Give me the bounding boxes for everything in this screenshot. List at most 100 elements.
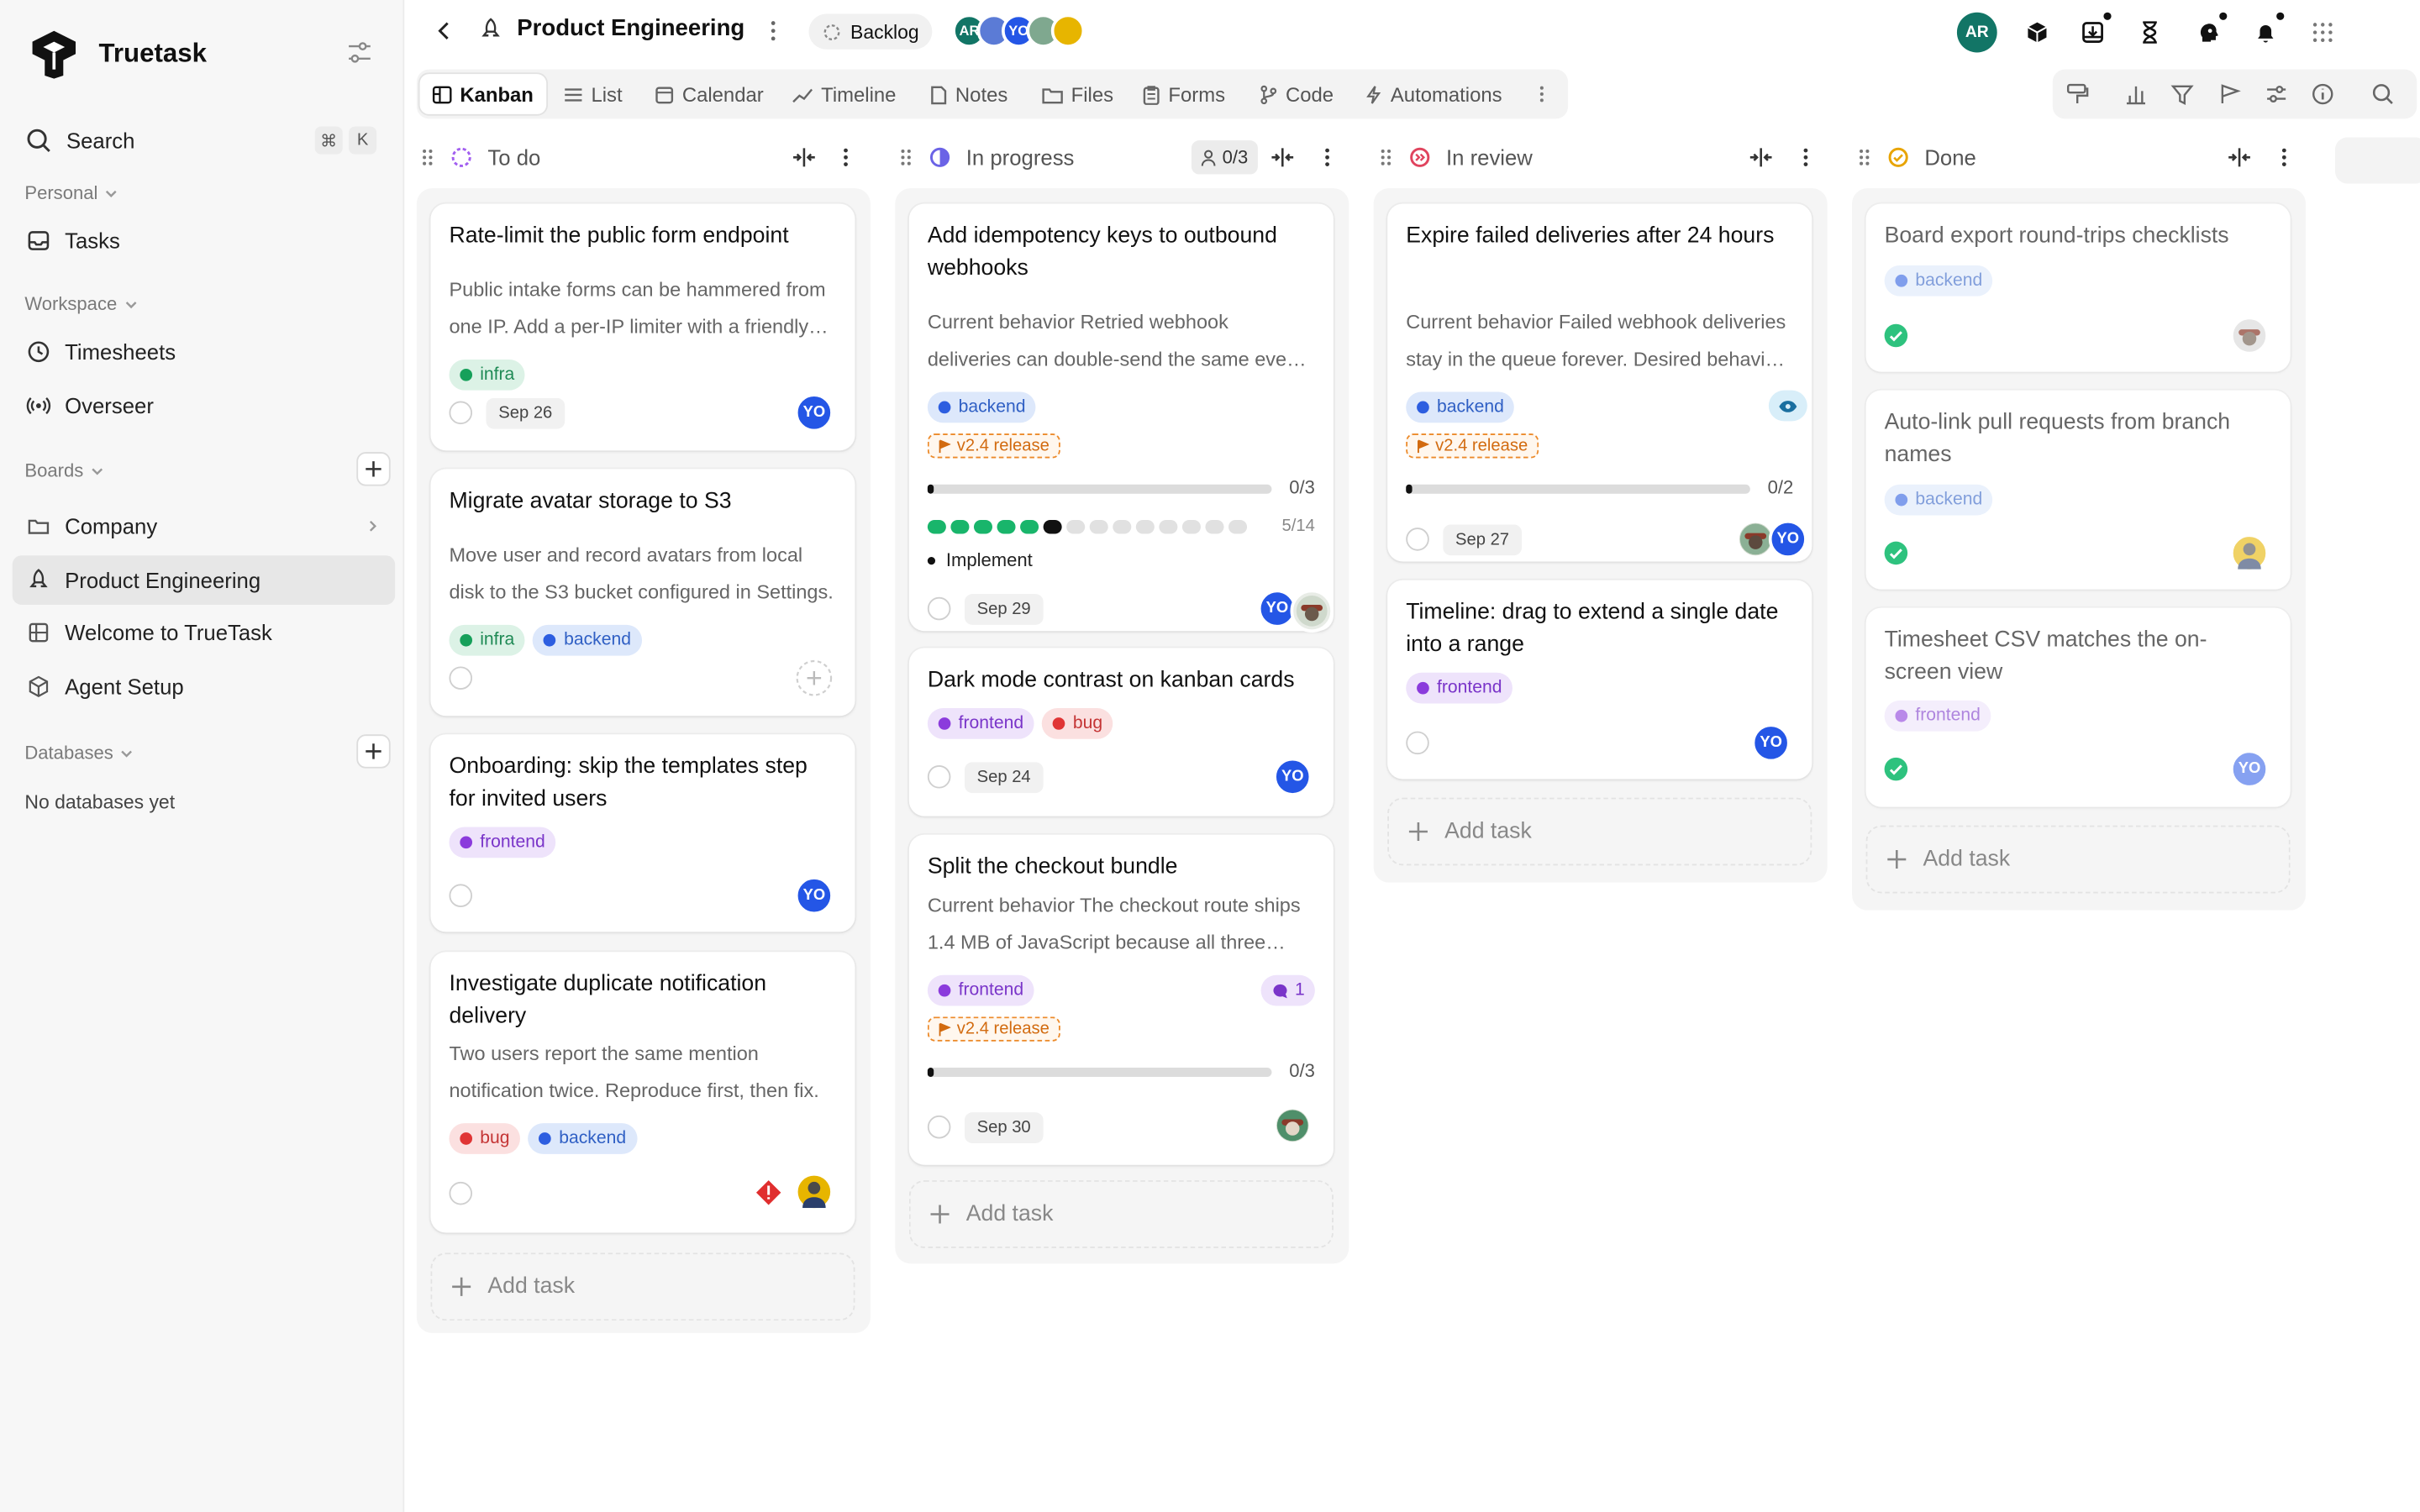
assignee-avatar[interactable]: YO [794, 876, 834, 916]
drag-handle-icon[interactable] [898, 146, 913, 168]
complete-checkbox[interactable] [449, 1181, 473, 1205]
assignee-avatar[interactable] [2230, 533, 2269, 573]
completed-check-icon[interactable] [1884, 323, 1908, 348]
more-vertical-icon[interactable] [1800, 146, 1812, 168]
complete-checkbox[interactable] [1406, 528, 1429, 551]
add-assignee-icon[interactable] [795, 659, 834, 697]
due-date[interactable]: Sep 24 [964, 762, 1044, 794]
chevron-right-icon[interactable] [364, 518, 379, 533]
urgent-priority-icon[interactable] [755, 1179, 782, 1206]
complete-checkbox[interactable] [927, 1115, 951, 1139]
assignee-avatar[interactable]: YO [1751, 723, 1791, 763]
due-date[interactable]: Sep 29 [964, 594, 1044, 625]
tag-backend[interactable]: backend [927, 391, 1037, 423]
cube-icon[interactable] [2022, 17, 2053, 48]
watching-badge[interactable] [1768, 390, 1807, 422]
assignee-avatar[interactable] [1273, 1105, 1313, 1145]
sidebar-item-agent-setup[interactable]: Agent Setup [13, 662, 396, 711]
complete-checkbox[interactable] [449, 884, 473, 907]
tag-frontend[interactable]: frontend [927, 974, 1034, 1006]
tab-list[interactable]: List [551, 74, 635, 114]
task-card[interactable]: Add idempotency keys to outbound webhook… [908, 203, 1334, 633]
member-avatars[interactable]: AR YO [952, 13, 1086, 48]
more-vertical-icon[interactable] [1321, 146, 1334, 168]
section-personal[interactable]: Personal [24, 182, 119, 203]
add-task-button[interactable]: Add task [430, 1252, 855, 1321]
sidebar-item-company[interactable]: Company [13, 501, 396, 551]
tag-backend[interactable]: backend [1884, 265, 1994, 297]
section-boards[interactable]: Boards [24, 459, 105, 481]
section-databases[interactable]: Databases [24, 742, 134, 764]
search-icon[interactable] [2370, 81, 2395, 106]
task-card[interactable]: Rate-limit the public form endpoint Publ… [430, 203, 855, 451]
task-card[interactable]: Expire failed deliveries after 24 hours … [1387, 203, 1812, 562]
add-database-button[interactable] [356, 734, 391, 769]
back-arrow-icon[interactable] [432, 18, 456, 43]
add-board-button[interactable] [356, 452, 391, 486]
tab-files[interactable]: Files [1029, 74, 1126, 114]
tag-frontend[interactable]: frontend [449, 827, 556, 858]
complete-checkbox[interactable] [927, 596, 951, 621]
brand[interactable]: Truetask [28, 28, 207, 80]
hourglass-icon[interactable] [2134, 17, 2165, 48]
due-date[interactable]: Sep 26 [486, 397, 566, 429]
tag-backend[interactable]: backend [528, 1123, 637, 1154]
collapse-column-icon[interactable] [1270, 146, 1295, 168]
task-card[interactable]: Investigate duplicate notification deliv… [430, 952, 855, 1233]
release-milestone-badge[interactable]: v2.4 release [927, 433, 1060, 459]
complete-checkbox[interactable] [1406, 731, 1429, 755]
tag-frontend[interactable]: frontend [1406, 672, 1513, 704]
assignee-avatar[interactable] [1290, 589, 1334, 633]
assignee-avatar[interactable] [794, 1172, 834, 1211]
add-task-button[interactable]: Add task [1387, 797, 1812, 866]
section-workspace[interactable]: Workspace [24, 293, 139, 315]
more-vertical-icon[interactable] [762, 18, 784, 43]
completed-check-icon[interactable] [1884, 757, 1908, 781]
sidebar-item-overseer[interactable]: Overseer [13, 381, 396, 431]
more-vertical-icon[interactable] [1533, 83, 1551, 105]
task-card[interactable]: Dark mode contrast on kanban cards front… [908, 648, 1334, 816]
tab-code[interactable]: Code [1247, 74, 1346, 114]
flag-icon[interactable] [2217, 81, 2242, 106]
task-card[interactable]: Migrate avatar storage to S3 Move user a… [430, 469, 855, 717]
bell-icon[interactable] [2250, 10, 2286, 48]
drag-handle-icon[interactable] [420, 146, 435, 168]
tag-infra[interactable]: infra [449, 624, 526, 656]
tag-frontend[interactable]: frontend [927, 708, 1034, 739]
task-card[interactable]: Onboarding: skip the templates step for … [430, 734, 855, 932]
tab-timeline[interactable]: Timeline [780, 74, 909, 114]
assignee-avatar[interactable]: YO [794, 393, 834, 433]
tab-notes[interactable]: Notes [917, 74, 1020, 114]
apps-grid-icon[interactable] [2307, 17, 2338, 48]
more-vertical-icon[interactable] [2278, 146, 2291, 168]
project-title[interactable]: Product Engineering [478, 15, 744, 42]
tab-kanban[interactable]: Kanban [419, 74, 546, 114]
sidebar-item-product-engineering[interactable]: Product Engineering [12, 555, 396, 605]
drag-handle-icon[interactable] [1378, 146, 1393, 168]
tab-forms[interactable]: Forms [1129, 74, 1237, 114]
bar-chart-icon[interactable] [2123, 81, 2148, 106]
complete-checkbox[interactable] [927, 765, 951, 789]
filter-icon[interactable] [2170, 81, 2194, 106]
sidebar-settings-icon[interactable] [345, 40, 373, 65]
task-card[interactable]: Board export round-trips checklists back… [1865, 203, 2291, 372]
more-vertical-icon[interactable] [839, 146, 852, 168]
due-date[interactable]: Sep 27 [1443, 524, 1522, 556]
collapse-column-icon[interactable] [2227, 146, 2251, 168]
tab-calendar[interactable]: Calendar [642, 74, 776, 114]
tag-frontend[interactable]: frontend [1884, 700, 1991, 732]
task-card[interactable]: Timeline: drag to extend a single date i… [1387, 580, 1812, 780]
sliders-icon[interactable] [2264, 81, 2288, 106]
completed-check-icon[interactable] [1884, 541, 1908, 565]
tag-infra[interactable]: infra [449, 359, 526, 391]
sidebar-item-welcome[interactable]: Welcome to TrueTask [13, 608, 396, 658]
task-card[interactable]: Auto-link pull requests from branch name… [1865, 390, 2291, 590]
tab-automations[interactable]: Automations [1352, 74, 1514, 114]
comment-count-badge[interactable]: 1 [1260, 974, 1316, 1006]
wip-limit-badge[interactable]: 0/3 [1191, 140, 1258, 175]
paint-roller-icon[interactable] [2065, 81, 2090, 106]
download-inbox-icon[interactable] [2077, 10, 2113, 48]
due-date[interactable]: Sep 30 [964, 1112, 1044, 1143]
user-avatar[interactable]: AR [1956, 12, 1997, 53]
release-milestone-badge[interactable]: v2.4 release [927, 1016, 1060, 1042]
